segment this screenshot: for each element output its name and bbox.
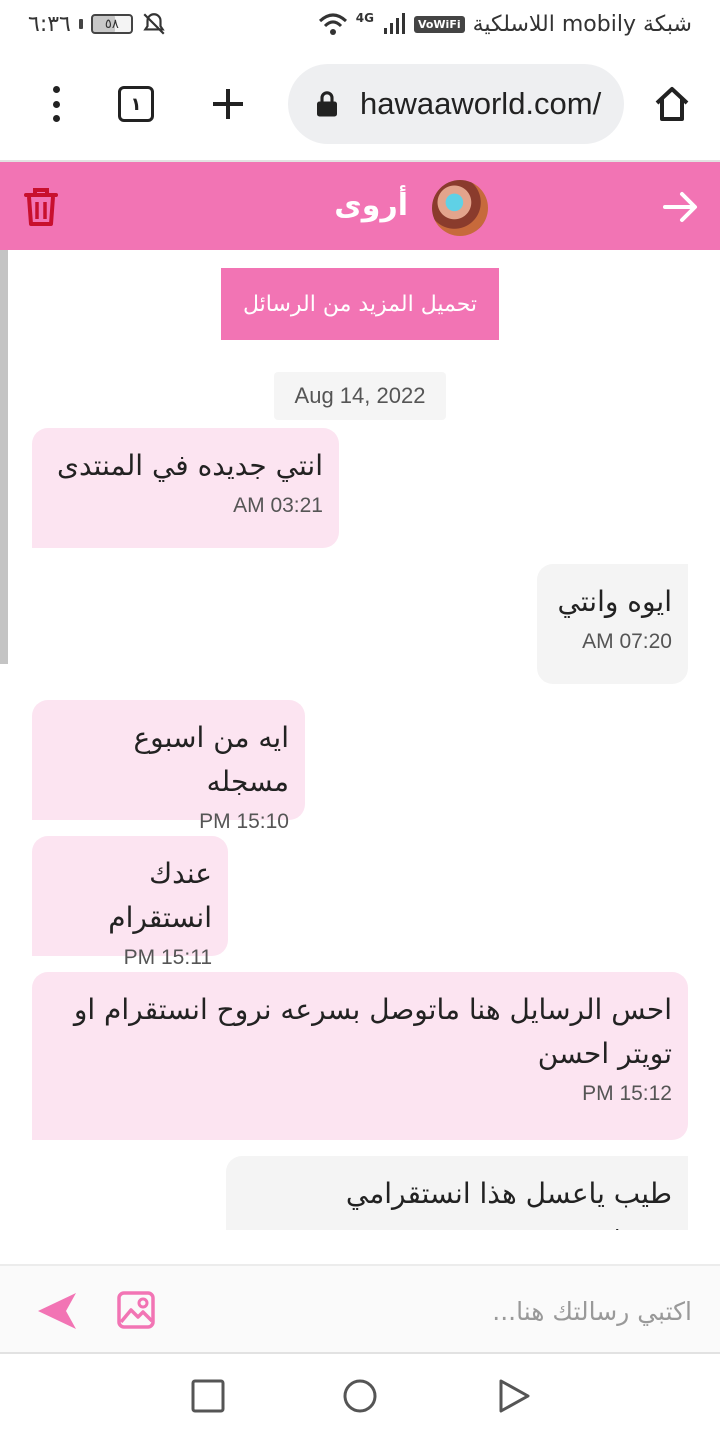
status-left: ٦:٣٦ ٥٨	[28, 11, 167, 37]
message-bubble[interactable]: ايه من اسبوع مسجله 15:10 PM	[32, 700, 305, 833]
home-circle-icon[interactable]	[342, 1378, 378, 1414]
more-vert-icon[interactable]	[36, 84, 76, 124]
vowifi-badge: VoWiFi	[413, 15, 465, 33]
address-bar[interactable]: hawaaworld.com/	[288, 64, 624, 144]
carrier-name: شبكة mobily اللاسلكية	[472, 11, 692, 37]
message-bubble[interactable]: عندك انستقرام 15:11 PM	[32, 836, 228, 969]
message-time: 15:11 PM	[123, 946, 212, 969]
date-separator: Aug 14, 2022	[274, 372, 446, 420]
image-icon[interactable]	[116, 1290, 156, 1330]
send-icon[interactable]	[36, 1290, 78, 1332]
tab-count: ١	[130, 93, 142, 115]
message-text: انتي جديده في المنتدى	[57, 449, 323, 482]
message-composer	[0, 1264, 720, 1354]
signal-icon	[383, 13, 405, 34]
message-bubble[interactable]: ايوه وانتي 07:20 AM	[537, 564, 688, 684]
message-time: 03:21 AM	[233, 494, 323, 517]
lock-icon	[317, 91, 337, 117]
contact-name[interactable]: أروى	[334, 188, 408, 223]
battery-tip	[78, 19, 83, 29]
network-type: 4G	[355, 11, 374, 25]
message-time: 07:20 AM	[582, 630, 672, 653]
plus-icon[interactable]	[210, 86, 246, 122]
wifi-icon	[318, 13, 347, 35]
home-icon[interactable]	[652, 84, 692, 124]
message-time: 15:12 PM	[582, 1082, 672, 1105]
load-more-button[interactable]: تحميل المزيد من الرسائل	[221, 268, 499, 340]
chat-header: أروى	[0, 160, 720, 250]
status-right: 4G VoWiFi شبكة mobily اللاسلكية	[318, 11, 692, 37]
message-input[interactable]	[180, 1282, 692, 1340]
muted-bell-icon	[143, 13, 165, 35]
chat-body[interactable]: تحميل المزيد من الرسائل Aug 14, 2022 انت…	[0, 250, 720, 1230]
recents-icon[interactable]	[190, 1378, 226, 1414]
system-nav-bar	[0, 1354, 720, 1440]
message-bubble[interactable]: احس الرسايل هنا ماتوصل بسرعه نروح انستقر…	[32, 972, 688, 1140]
message-time: 15:10 PM	[199, 810, 289, 833]
message-bubble[interactable]: طيب ياعسل هذا انستقرامي تشرفيني	[226, 1156, 688, 1230]
message-text: عندك انستقرام	[108, 857, 212, 934]
tab-switcher-button[interactable]: ١	[118, 86, 154, 122]
clock: ٦:٣٦	[28, 11, 71, 37]
message-bubble[interactable]: انتي جديده في المنتدى 03:21 AM	[32, 428, 339, 548]
message-text: ايوه وانتي	[557, 585, 673, 618]
battery-level: ٥٨	[104, 16, 119, 32]
arrow-right-icon[interactable]	[662, 190, 698, 224]
avatar[interactable]	[432, 180, 488, 236]
back-triangle-icon[interactable]	[496, 1378, 532, 1414]
message-text: طيب ياعسل هذا انستقرامي تشرفيني	[345, 1177, 672, 1230]
battery-icon: ٥٨	[90, 14, 133, 34]
url-text: hawaaworld.com/	[360, 86, 602, 121]
scrollbar[interactable]	[0, 250, 8, 664]
message-text: ايه من اسبوع مسجله	[133, 721, 289, 798]
status-bar: ٦:٣٦ ٥٨ 4G VoWiFi شبكة mobily اللاسلكية	[0, 0, 720, 48]
browser-toolbar: ١ hawaaworld.com/	[0, 48, 720, 160]
trash-icon[interactable]	[22, 186, 60, 228]
message-text: احس الرسايل هنا ماتوصل بسرعه نروح انستقر…	[73, 993, 672, 1070]
